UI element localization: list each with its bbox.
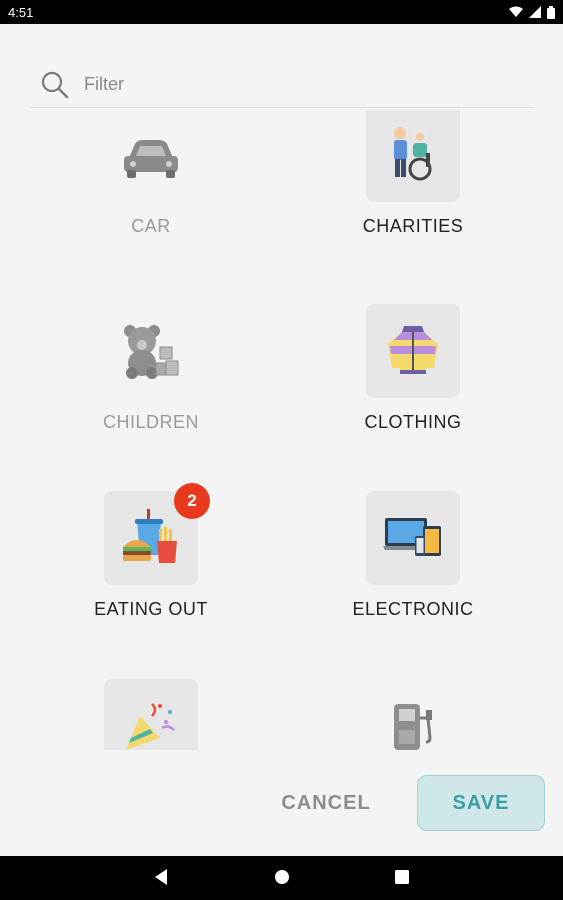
category-tile [366,491,460,585]
status-icons [509,5,555,19]
category-tile [366,679,460,750]
charities-icon [394,127,432,181]
category-label: CAR [131,216,171,236]
category-label: EATING OUT [94,599,208,619]
battery-icon [547,5,555,19]
category-tile [366,304,460,398]
status-time: 4:51 [8,4,34,20]
category-tile [104,304,198,398]
category-tile [366,110,460,202]
category-eating-out[interactable]: 2 EATING OUT [31,483,271,631]
filter-bar [30,62,533,108]
notification-badge: 2 [174,483,210,519]
category-tile [104,116,198,202]
category-tile [104,679,198,750]
signal-icon [529,6,541,18]
fuel-pump-icon [394,704,432,750]
car-icon [124,140,178,178]
back-icon[interactable] [153,868,169,886]
category-car[interactable]: CAR [31,110,271,250]
category-label: CLOTHING [364,412,462,432]
cancel-button[interactable]: CANCEL [262,776,390,830]
teddy-bear-icon [124,325,179,379]
navigation-bar [0,856,563,900]
category-charities[interactable]: CHARITIES [293,110,533,250]
recents-icon[interactable] [394,868,410,886]
status-bar: 4:51 [0,0,563,24]
search-icon[interactable] [40,70,70,100]
home-icon[interactable] [273,868,291,886]
devices-icon [383,518,441,556]
filter-input[interactable] [84,74,484,95]
category-label: ELECTRONIC [352,599,474,619]
wifi-icon [509,6,523,17]
jacket-icon [388,326,438,374]
category-electronic[interactable]: ELECTRONIC [293,491,533,631]
category-grid: CAR CHARITIES CHILDREN CLOTHING 2 EATING… [0,110,563,750]
party-icon [126,703,175,750]
category-children[interactable]: CHILDREN [31,304,271,444]
dialog-actions: CANCEL SAVE [0,770,563,840]
category-party[interactable] [31,679,271,750]
category-tile: 2 [104,483,210,585]
save-button[interactable]: SAVE [417,775,545,831]
category-fuel[interactable] [293,679,533,750]
category-label: CHILDREN [102,412,199,432]
category-clothing[interactable]: CLOTHING [293,304,533,444]
fast-food-icon [123,509,177,563]
category-label: CHARITIES [362,216,464,236]
